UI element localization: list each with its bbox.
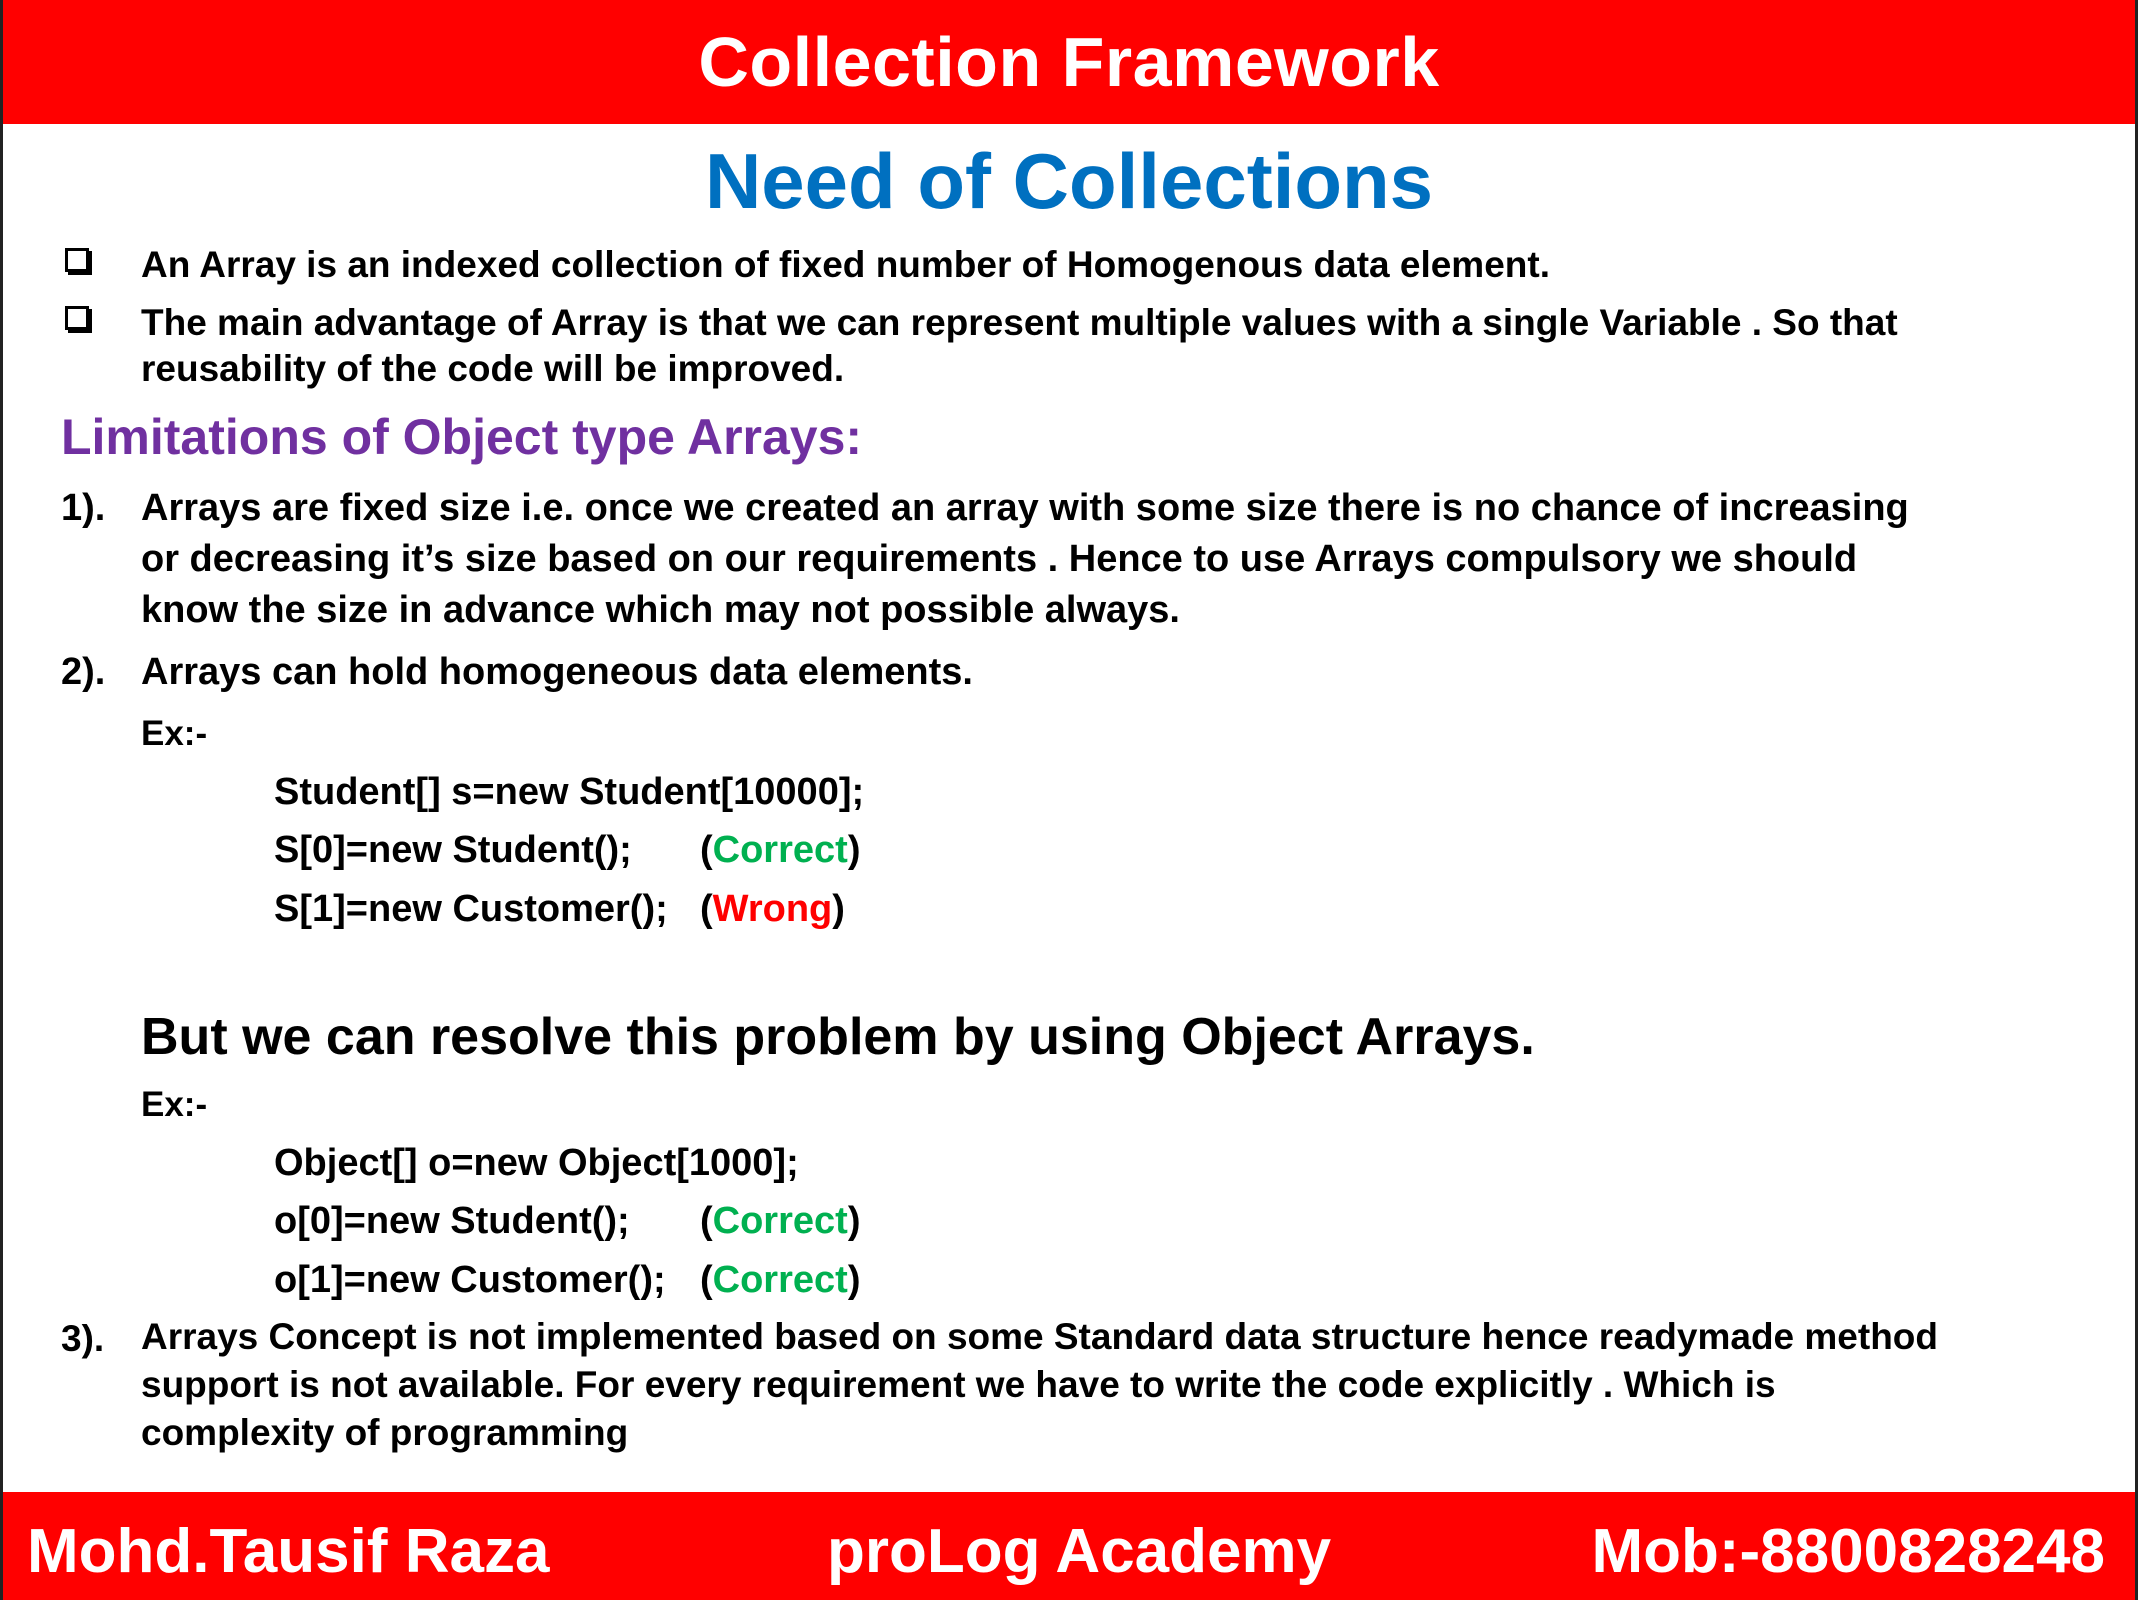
example-2-code-line-3: o[1]=new Customer(); [274,1259,666,1301]
item-1-line-1: Arrays are fixed size i.e. once we creat… [141,487,1909,529]
footer-academy: proLog Academy [827,1517,1332,1586]
example-2-result-2: (Correct) [700,1259,861,1301]
item-3-line-1: Arrays Concept is not implemented based … [141,1316,1939,1357]
example-2-code-line-2: o[0]=new Student(); [274,1200,630,1242]
example-2-result-1: (Correct) [700,1200,861,1242]
example-2-label: Ex:- [141,1085,208,1124]
slide: Collection Framework Need of Collections… [0,0,2138,1600]
item-1-number: 1). [61,487,106,529]
checkbox-bullet-icon [65,248,89,272]
bullet-2-line-2: reusability of the code will be improved… [141,348,845,389]
example-1-result-1: (Correct) [700,829,861,871]
header-title: Collection Framework [698,23,1440,101]
example-1-result-2: (Wrong) [700,888,845,930]
item-2-line-1: Arrays can hold homogeneous data element… [141,651,973,693]
item-3-line-2: support is not available. For every requ… [141,1364,1776,1405]
footer-bar: Mohd.Tausif Raza proLog Academy Mob:-880… [3,1492,2135,1600]
bullet-2-line-1: The main advantage of Array is that we c… [141,302,1898,343]
item-3-line-3: complexity of programming [141,1412,629,1453]
checkbox-bullet-icon [65,306,89,330]
example-1-code-line-3: S[1]=new Customer(); [274,888,668,930]
item-1-line-2: or decreasing it’s size based on our req… [141,538,1858,580]
example-1-code-line-1: Student[] s=new Student[10000]; [274,771,865,813]
item-2-number: 2). [61,651,106,693]
bullet-1-line-1: An Array is an indexed collection of fix… [141,244,1550,285]
example-1-code-line-2: S[0]=new Student(); [274,829,632,871]
example-1-label: Ex:- [141,714,208,753]
page-subtitle: Need of Collections [704,137,1434,225]
limitations-heading: Limitations of Object type Arrays: [61,409,863,465]
item-3-number: 3). [61,1318,105,1359]
footer-phone: Mob:-8800828248 [1591,1517,2106,1586]
resolve-statement: But we can resolve this problem by using… [141,1008,1535,1066]
header-bar: Collection Framework [3,0,2135,124]
footer-author: Mohd.Tausif Raza [27,1517,550,1586]
item-1-line-3: know the size in advance which may not p… [141,589,1180,631]
example-2-code-line-1: Object[] o=new Object[1000]; [274,1142,799,1184]
